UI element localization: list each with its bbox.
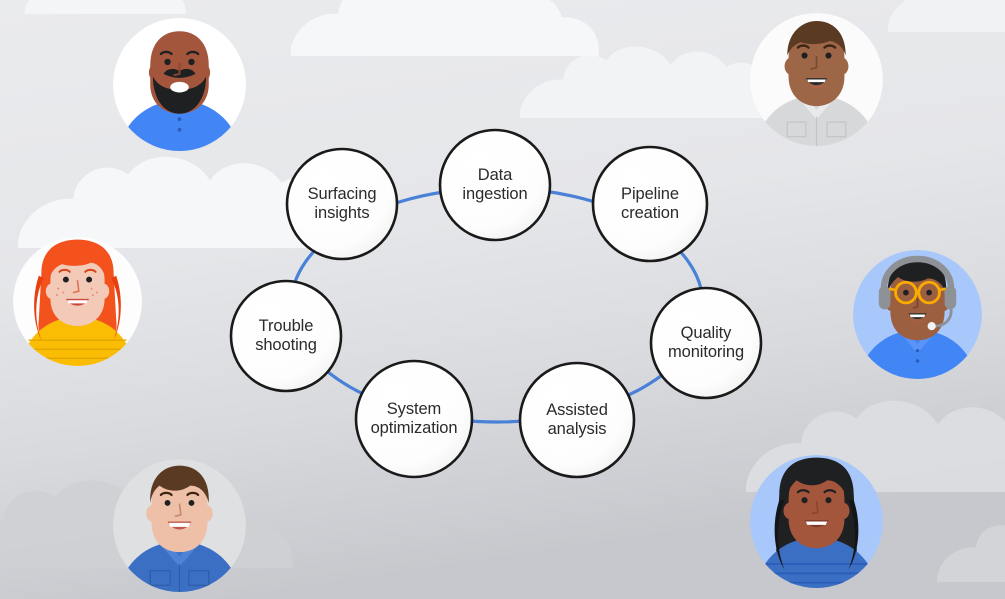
diagram-canvas: Data ingestion Pipeline creation Quality… — [0, 0, 1005, 599]
avatar-woman-black-hair[interactable] — [750, 455, 883, 588]
avatar-support-agent-headset[interactable] — [853, 250, 982, 379]
avatar-bearded-man[interactable] — [113, 18, 246, 151]
avatar-smiling-man-gray-shirt[interactable] — [750, 13, 883, 146]
avatar-young-man-blue-shirt[interactable] — [113, 459, 246, 592]
avatar-art — [750, 13, 883, 146]
avatar-art — [853, 250, 982, 379]
avatar-art — [113, 18, 246, 151]
cloud-top-left-small — [24, 0, 186, 15]
avatar-art — [13, 237, 142, 366]
avatar-redhead-woman[interactable] — [13, 237, 142, 366]
cloud-top-right — [888, 0, 1005, 32]
avatar-art — [750, 455, 883, 588]
avatar-art — [113, 459, 246, 592]
